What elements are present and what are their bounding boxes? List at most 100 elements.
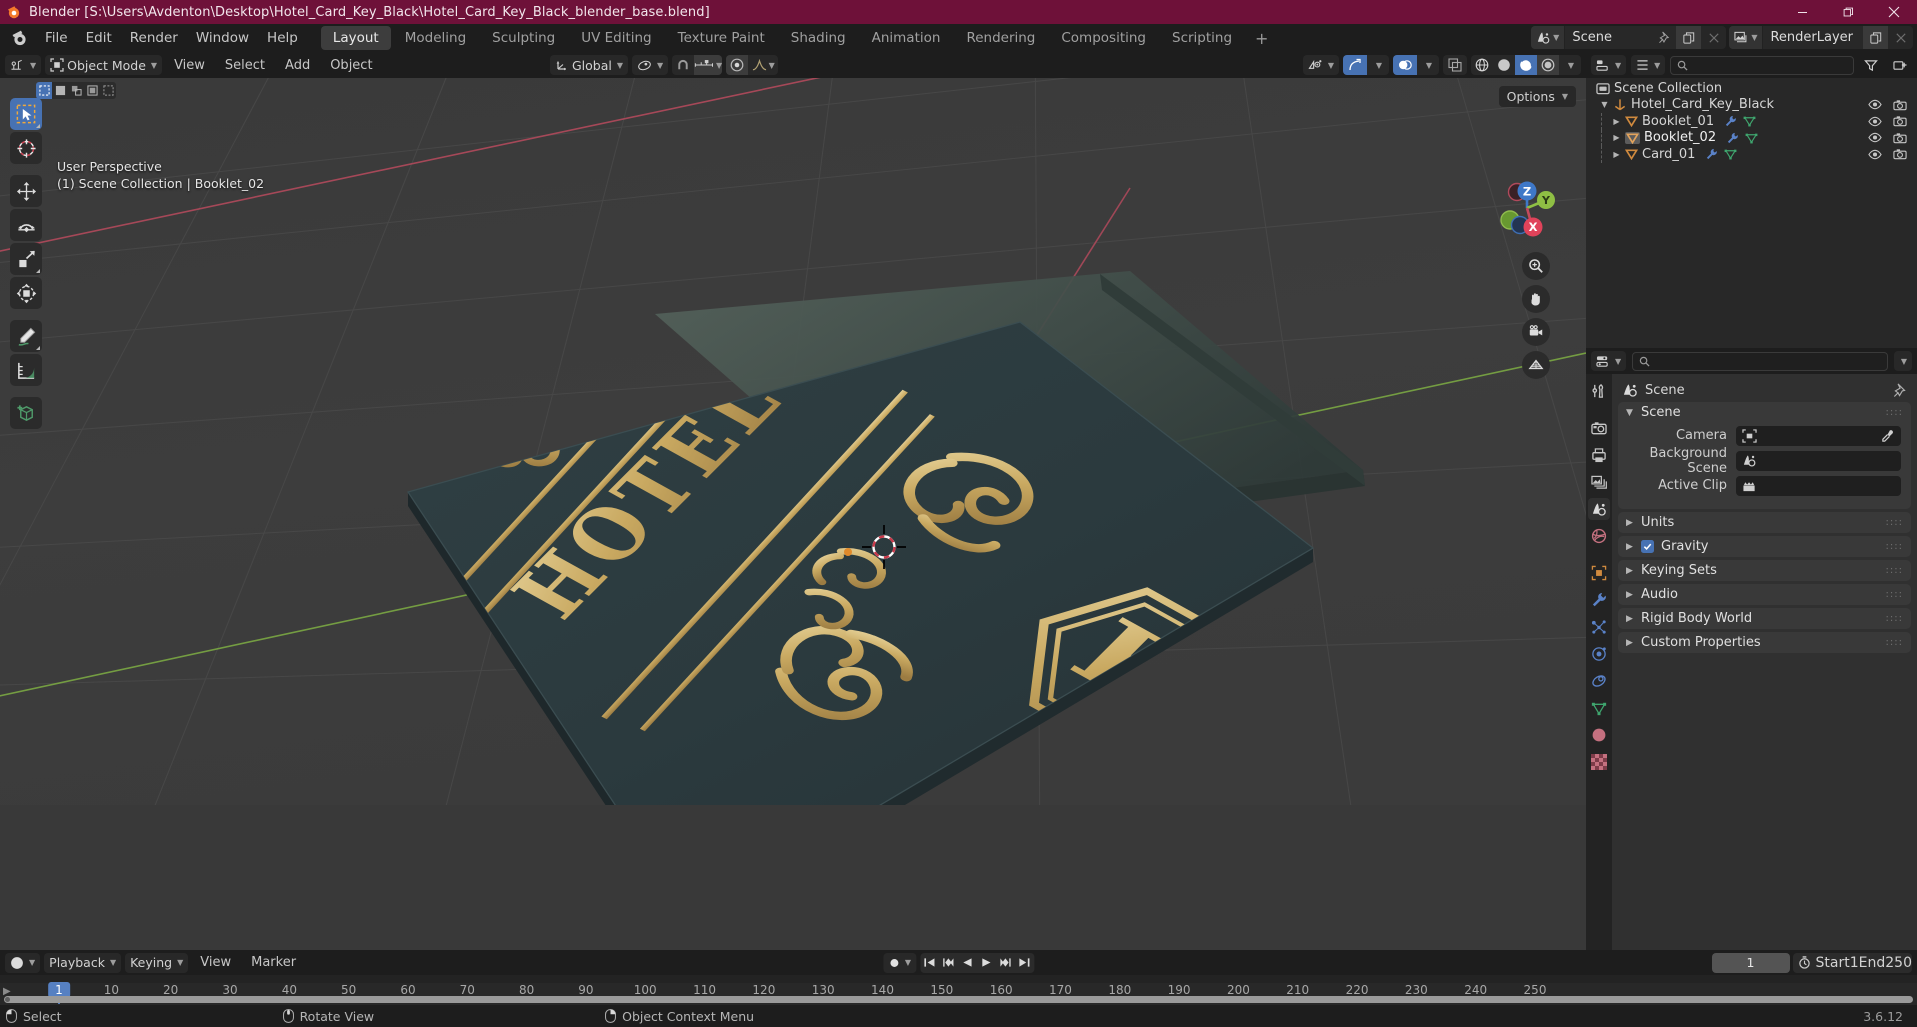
keying-sets-panel[interactable]: ▶ Keying Sets :::: (1618, 560, 1911, 581)
menu-file[interactable]: File (36, 27, 77, 49)
gravity-checkbox[interactable] (1641, 540, 1654, 553)
viewlayer-new-button[interactable] (1863, 26, 1888, 49)
audio-panel[interactable]: ▶ Audio :::: (1618, 584, 1911, 605)
menu-window[interactable]: Window (187, 27, 258, 49)
tweak-select-tool[interactable] (10, 98, 42, 130)
viewlayer-selector[interactable]: ▼ RenderLayer (1729, 26, 1913, 49)
modifier-wrench-icon[interactable] (1724, 115, 1737, 127)
camera-render-icon[interactable] (1893, 99, 1907, 111)
transform-tool[interactable] (10, 277, 42, 309)
drag-grip-icon[interactable]: :::: (1886, 541, 1903, 552)
particles-tab[interactable] (1588, 616, 1610, 638)
maximize-button[interactable] (1825, 0, 1871, 24)
background-scene-field[interactable] (1736, 450, 1901, 471)
drag-grip-icon[interactable]: :::: (1886, 565, 1903, 576)
tab-rendering[interactable]: Rendering (954, 26, 1047, 50)
active-clip-field[interactable] (1736, 475, 1901, 496)
snap-magnet-icon[interactable] (672, 55, 694, 75)
modifier-tab[interactable] (1588, 589, 1610, 611)
gravity-panel-header[interactable]: ▶ Gravity :::: (1618, 536, 1911, 557)
measure-tool[interactable] (10, 354, 42, 386)
audio-panel-header[interactable]: ▶ Audio :::: (1618, 584, 1911, 605)
world-tab[interactable] (1588, 525, 1610, 547)
timeline-menu-view[interactable]: View (192, 953, 239, 972)
rigid-body-world-panel[interactable]: ▶ Rigid Body World :::: (1618, 608, 1911, 629)
select-extend-icon[interactable] (52, 82, 68, 99)
pin-icon[interactable] (1893, 383, 1907, 397)
mesh-data-icon[interactable] (1743, 115, 1756, 127)
gravity-panel[interactable]: ▶ Gravity :::: (1618, 536, 1911, 557)
navigation-gizmo[interactable]: Z Y X (1486, 170, 1564, 248)
jump-end-icon[interactable] (1015, 953, 1034, 973)
timeline-horizontal-scrollbar[interactable] (4, 996, 1913, 1003)
properties-options-dropdown[interactable]: ▼ (1893, 351, 1912, 371)
mesh-data-icon[interactable] (1724, 148, 1737, 160)
viewlayer-delete-button[interactable] (1888, 26, 1913, 49)
tab-compositing[interactable]: Compositing (1049, 26, 1158, 50)
proportional-edit-icon[interactable] (726, 55, 749, 75)
move-tool[interactable] (10, 175, 42, 207)
play-icon[interactable] (977, 953, 996, 973)
outliner-row-booklet-01[interactable]: ▶ Booklet_01 (1586, 113, 1917, 130)
viewport-menu-object[interactable]: Object (322, 56, 380, 75)
cursor-tool[interactable] (10, 132, 42, 164)
outliner-new-collection-icon[interactable] (1888, 55, 1912, 75)
jump-start-icon[interactable] (920, 953, 939, 973)
physics-tab[interactable] (1588, 643, 1610, 665)
add-workspace-button[interactable]: + (1246, 27, 1277, 50)
outliner-filter-icon[interactable] (1859, 55, 1883, 75)
prev-keyframe-icon[interactable] (939, 953, 958, 973)
scene-new-button[interactable] (1676, 26, 1702, 49)
properties-search-input[interactable] (1632, 351, 1888, 371)
gizmo-toggle-icon[interactable] (1343, 55, 1367, 75)
disclosure-triangle-right-icon[interactable]: ▶ (1610, 150, 1623, 159)
viewport-canvas[interactable]: HOTEL (0, 78, 1586, 972)
material-tab[interactable] (1588, 724, 1610, 746)
keying-sets-panel-header[interactable]: ▶ Keying Sets :::: (1618, 560, 1911, 581)
camera-render-icon[interactable] (1893, 115, 1907, 127)
playback-menu[interactable]: Playback ▼ (44, 952, 122, 973)
eye-icon[interactable] (1868, 132, 1882, 143)
select-subtract-icon[interactable] (68, 82, 84, 99)
scene-selector[interactable]: ▼ Scene (1531, 26, 1727, 49)
menu-edit[interactable]: Edit (77, 27, 121, 49)
solid-shading-icon[interactable] (1493, 55, 1515, 75)
units-panel[interactable]: ▶ Units :::: (1618, 512, 1911, 533)
material-preview-shading-icon[interactable] (1515, 55, 1537, 75)
camera-icon[interactable] (1522, 318, 1550, 346)
viewport-options-button[interactable]: Options ▼ (1498, 86, 1576, 107)
viewport-menu-view[interactable]: View (166, 56, 213, 75)
gizmo-group[interactable]: ▼ (1343, 55, 1389, 75)
scale-tool[interactable] (10, 243, 42, 275)
tab-modeling[interactable]: Modeling (393, 26, 478, 50)
object-type-visibility-button[interactable]: ▼ (1302, 55, 1339, 75)
custom-properties-panel[interactable]: ▶ Custom Properties :::: (1618, 632, 1911, 653)
use-preview-range-icon[interactable] (1793, 956, 1816, 969)
xray-toggle-button[interactable] (1443, 55, 1467, 75)
snap-target-icon[interactable]: ▼ (694, 55, 723, 75)
timeline-ruler[interactable]: ▶ 10 20 30 40 50 60 70 80 90 100 110 120 130 140 150 16… (0, 982, 1917, 1005)
timeline-menu-marker[interactable]: Marker (243, 953, 304, 972)
modifier-wrench-icon[interactable] (1705, 148, 1718, 160)
mesh-data-icon[interactable] (1745, 132, 1758, 144)
tool-tab[interactable] (1588, 380, 1610, 402)
proportional-falloff-icon[interactable]: ▼ (748, 55, 778, 75)
outliner-row-booklet-02[interactable]: ▶ Booklet_02 (1586, 129, 1917, 146)
auto-keying-toggle[interactable]: ▼ (882, 952, 917, 973)
annotate-tool[interactable] (10, 320, 42, 352)
camera-render-icon[interactable] (1893, 148, 1907, 160)
wireframe-shading-icon[interactable] (1471, 55, 1493, 75)
grid-ortho-icon[interactable] (1522, 351, 1550, 379)
end-frame-value[interactable]: 250 (1885, 955, 1912, 971)
scene-browse-icon[interactable]: ▼ (1531, 26, 1566, 49)
overlays-group[interactable]: ▼ (1393, 55, 1439, 75)
eye-icon[interactable] (1868, 99, 1882, 110)
drag-grip-icon[interactable]: :::: (1886, 517, 1903, 528)
texture-tab[interactable] (1588, 751, 1610, 773)
modifier-wrench-icon[interactable] (1726, 132, 1739, 144)
render-tab[interactable] (1588, 417, 1610, 439)
menu-render[interactable]: Render (121, 27, 187, 49)
proportional-editing-group[interactable]: ▼ (726, 55, 779, 75)
pivot-point-selector[interactable]: ▼ (632, 55, 669, 75)
units-panel-header[interactable]: ▶ Units :::: (1618, 512, 1911, 533)
